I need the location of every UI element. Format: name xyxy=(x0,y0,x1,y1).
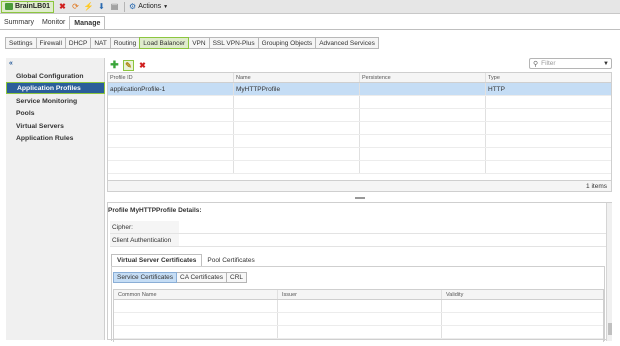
table-row xyxy=(108,122,611,135)
sidebar-item-pools[interactable]: Pools xyxy=(6,107,105,119)
sidebar-item-application-rules[interactable]: Application Rules xyxy=(6,132,105,144)
table-row xyxy=(108,161,611,174)
tab-pool-certificates[interactable]: Pool Certificates xyxy=(202,254,259,266)
details-panel: Profile MyHTTPProfile Details: Cipher: C… xyxy=(107,202,612,342)
splitter-handle[interactable] xyxy=(107,195,612,201)
grid-toolbar: ✚ ✎ ✖ xyxy=(109,58,148,72)
profiles-grid: Profile ID Name Persistence Type applica… xyxy=(107,72,612,192)
grid-footer: 1 items xyxy=(108,180,611,191)
column-header[interactable]: Name xyxy=(234,73,360,82)
tab-summary[interactable]: Summary xyxy=(0,16,38,29)
title-bar: BrainLB01 ✖ ⟳ ⚡ ⬇ ▤ ⚙ Actions ▼ xyxy=(0,0,620,14)
filter-placeholder: Filter xyxy=(541,60,556,67)
table-row xyxy=(108,135,611,148)
client-auth-row: Client Authentication xyxy=(110,234,607,247)
client-auth-label: Client Authentication xyxy=(110,234,179,246)
tab-manage[interactable]: Manage xyxy=(69,16,106,29)
edge-title-label: BrainLB01 xyxy=(15,3,51,10)
sidebar-item-application-profiles[interactable]: Application Profiles xyxy=(6,82,105,94)
sub-tabs: Settings Firewall DHCP NAT Routing Load … xyxy=(5,37,379,49)
cell-type: HTTP xyxy=(488,85,505,93)
delete-icon[interactable]: ✖ xyxy=(58,2,67,11)
edge-icon xyxy=(5,3,13,10)
table-row xyxy=(114,300,603,313)
column-header[interactable]: Persistence xyxy=(360,73,486,82)
add-icon[interactable]: ✚ xyxy=(109,60,120,71)
column-header[interactable]: Type xyxy=(486,73,611,82)
table-row xyxy=(114,326,603,339)
sidebar: « Global Configuration Application Profi… xyxy=(6,58,105,340)
grid-header: Profile ID Name Persistence Type xyxy=(108,73,611,83)
cell-name: MyHTTPProfile xyxy=(234,83,360,95)
details-scrollbar[interactable] xyxy=(606,203,612,341)
crl-button[interactable]: CRL xyxy=(226,272,248,283)
column-header[interactable]: Validity xyxy=(442,290,603,299)
column-header[interactable]: Common Name xyxy=(114,290,278,299)
filter-input[interactable]: ⚲ Filter ▼ xyxy=(529,58,612,69)
sidebar-item-virtual-servers[interactable]: Virtual Servers xyxy=(6,120,105,132)
subtab-ssl-vpn-plus[interactable]: SSL VPN-Plus xyxy=(208,37,259,49)
search-icon: ⚲ xyxy=(533,60,539,68)
gear-icon: ⚙ xyxy=(129,2,137,11)
deploy-icon[interactable]: ⬇ xyxy=(97,2,106,11)
refresh-icon[interactable]: ⟳ xyxy=(71,2,80,11)
tab-virtual-server-certificates[interactable]: Virtual Server Certificates xyxy=(111,254,203,266)
details-title: Profile MyHTTPProfile Details: xyxy=(108,207,202,214)
ca-certificates-button[interactable]: CA Certificates xyxy=(176,272,227,283)
subtab-settings[interactable]: Settings xyxy=(5,37,37,49)
table-row xyxy=(108,109,611,122)
table-row xyxy=(108,96,611,109)
table-row xyxy=(108,148,611,161)
cipher-row: Cipher: xyxy=(110,221,607,234)
scrollbar-thumb[interactable] xyxy=(608,323,612,335)
toolbar-divider xyxy=(124,1,126,12)
subtab-nat[interactable]: NAT xyxy=(90,37,111,49)
chevron-down-icon: ▼ xyxy=(163,3,169,10)
actions-menu[interactable]: ⚙ Actions ▼ xyxy=(129,2,168,11)
actions-label: Actions xyxy=(138,3,162,10)
cell-persistence xyxy=(360,83,486,95)
subtab-grouping-objects[interactable]: Grouping Objects xyxy=(257,37,317,49)
network-icon[interactable]: ⚡ xyxy=(84,2,94,11)
column-header[interactable]: Profile ID xyxy=(108,73,234,82)
client-auth-value xyxy=(179,234,607,246)
tab-monitor[interactable]: Monitor xyxy=(38,16,69,29)
table-row xyxy=(114,313,603,326)
cert-panel: Service Certificates CA Certificates CRL… xyxy=(111,266,605,342)
subtab-advanced-services[interactable]: Advanced Services xyxy=(315,37,379,49)
edit-icon[interactable]: ✎ xyxy=(123,59,134,71)
sidebar-item-service-monitoring[interactable]: Service Monitoring xyxy=(6,95,105,107)
collapse-icon[interactable]: « xyxy=(9,60,13,67)
grip-icon xyxy=(354,197,365,199)
subtab-vpn[interactable]: VPN xyxy=(188,37,210,49)
edge-title: BrainLB01 xyxy=(1,0,55,13)
cipher-label: Cipher: xyxy=(110,221,179,233)
table-row[interactable]: applicationProfile-1 MyHTTPProfile HTTP xyxy=(108,83,611,96)
sidebar-item-global-configuration[interactable]: Global Configuration xyxy=(6,70,105,82)
service-certificates-button[interactable]: Service Certificates xyxy=(113,272,177,283)
cert-tabs: Virtual Server Certificates Pool Certifi… xyxy=(111,254,260,266)
notes-icon[interactable]: ▤ xyxy=(110,2,119,11)
cert-type-selector: Service Certificates CA Certificates CRL xyxy=(113,272,248,283)
subtab-load-balancer[interactable]: Load Balancer xyxy=(139,37,190,49)
cell-profile-id: applicationProfile-1 xyxy=(108,83,234,95)
item-count: 1 items xyxy=(586,182,607,190)
chevron-down-icon[interactable]: ▼ xyxy=(603,61,609,67)
cert-grid-header: Common Name Issuer Validity xyxy=(114,290,603,300)
certificates-grid: Common Name Issuer Validity xyxy=(113,289,604,342)
subtab-dhcp[interactable]: DHCP xyxy=(64,37,92,49)
subtab-routing[interactable]: Routing xyxy=(109,37,141,49)
tab-divider xyxy=(0,29,620,30)
column-header[interactable]: Issuer xyxy=(278,290,442,299)
cipher-value xyxy=(179,221,607,233)
delete-profile-icon[interactable]: ✖ xyxy=(137,60,148,71)
subtab-firewall[interactable]: Firewall xyxy=(35,37,66,49)
main-tabs: Summary Monitor Manage xyxy=(0,15,106,29)
